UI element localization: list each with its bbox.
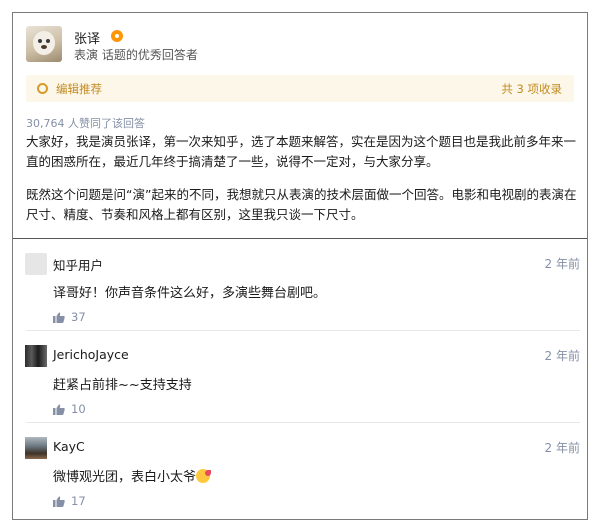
thumbs-up-icon	[53, 403, 65, 415]
avatar-nose	[41, 45, 47, 49]
thumbs-up-icon	[53, 495, 65, 507]
comment-item: KayC 2 年前 微博观光团，表白小太爷 17	[13, 423, 587, 519]
author-name[interactable]: 张译	[74, 28, 100, 47]
author-avatar[interactable]	[26, 26, 62, 62]
answer-card: 张译 表演 话题的优秀回答者 编辑推荐 共 3 项收录 30,764 人赞同了该…	[13, 13, 587, 238]
thumbs-up-icon	[53, 311, 65, 323]
like-button[interactable]: 10	[53, 401, 86, 417]
blush-kiss-emoji-icon	[196, 469, 212, 483]
answer-body: 大家好，我是演员张译，第一次来知乎，选了本题来解答，实在是因为这个题目也是我此前…	[26, 132, 578, 238]
like-count: 10	[71, 402, 86, 416]
avatar-face	[33, 31, 55, 55]
like-count: 17	[71, 494, 86, 508]
like-count: 37	[71, 310, 86, 324]
author-description: 表演 话题的优秀回答者	[74, 48, 198, 62]
screenshot-frame: 张译 表演 话题的优秀回答者 编辑推荐 共 3 项收录 30,764 人赞同了该…	[12, 12, 588, 520]
recommend-label: 编辑推荐	[56, 82, 102, 96]
comment-time: 2 年前	[544, 349, 580, 363]
comment-author[interactable]: JerichoJayce	[53, 347, 129, 362]
answer-paragraph: 既然这个问题是问“演”起来的不同，我想就只从表演的技术层面做一个回答。电影和电视…	[26, 187, 577, 222]
user-avatar[interactable]	[25, 345, 47, 367]
editor-recommend-bar[interactable]: 编辑推荐 共 3 项收录	[26, 75, 574, 102]
comment-text: 译哥好！你声音条件这么好，多演些舞台剧吧。	[53, 286, 327, 301]
like-button[interactable]: 37	[53, 309, 86, 325]
user-avatar[interactable]	[25, 437, 47, 459]
ring-icon	[37, 83, 48, 94]
user-avatar[interactable]	[25, 253, 47, 275]
comment-time: 2 年前	[544, 257, 580, 271]
comment-item: 知乎用户 2 年前 译哥好！你声音条件这么好，多演些舞台剧吧。 37	[13, 239, 587, 331]
comment-item: JerichoJayce 2 年前 赶紧占前排~~支持支持 10	[13, 331, 587, 423]
avatar-eye	[46, 39, 50, 43]
comment-text-content: 微博观光团，表白小太爷	[53, 470, 197, 485]
like-button[interactable]: 17	[53, 493, 86, 509]
answer-paragraph: 大家好，我是演员张译，第一次来知乎，选了本题来解答，实在是因为这个题目也是我此前…	[26, 134, 577, 169]
vote-summary[interactable]: 30,764 人赞同了该回答	[26, 115, 145, 131]
comment-author[interactable]: 知乎用户	[53, 255, 103, 274]
comment-text: 赶紧占前排~~支持支持	[53, 378, 192, 393]
avatar-eye	[38, 39, 42, 43]
comment-time: 2 年前	[544, 441, 580, 455]
orange-badge-icon	[111, 30, 123, 42]
recommend-count[interactable]: 共 3 项收录	[501, 81, 562, 97]
comment-text: 微博观光团，表白小太爷	[53, 466, 212, 485]
comment-author[interactable]: KayC	[53, 439, 85, 454]
